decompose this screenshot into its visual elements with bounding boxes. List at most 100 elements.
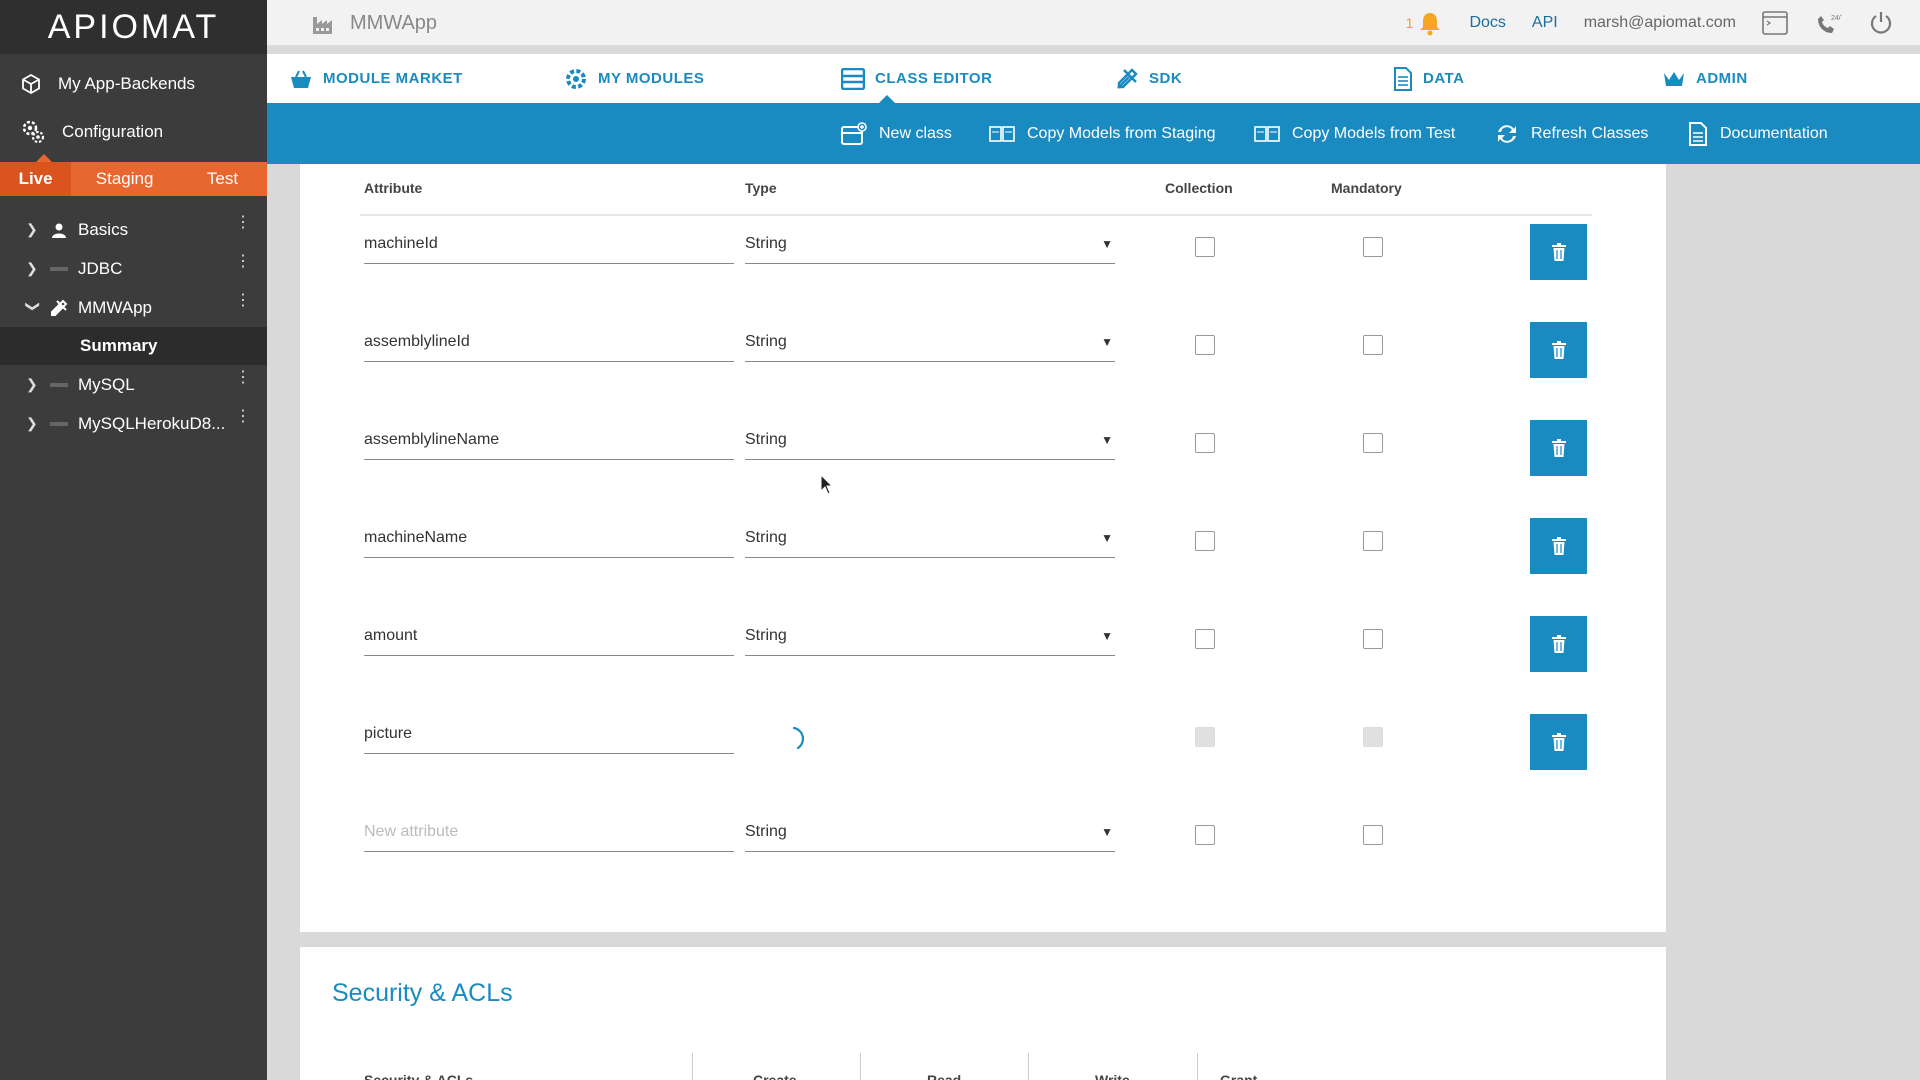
delete-attribute-button[interactable] [1530,714,1587,770]
attribute-name-input[interactable]: picture [364,722,734,754]
delete-attribute-button[interactable] [1530,322,1587,378]
trash-icon [1551,243,1566,261]
header-type: Type [745,180,777,196]
attribute-name-input[interactable]: assemblylineName [364,428,734,460]
mandatory-checkbox[interactable] [1363,335,1383,355]
attribute-name-input[interactable]: machineName [364,526,734,558]
security-header-create: Create [753,1072,797,1080]
tree-subitem-summary[interactable]: Summary [0,327,267,365]
attribute-type-select[interactable]: String ▼ [745,232,1115,264]
attribute-name-input[interactable]: assemblylineId [364,330,734,362]
trash-icon [1551,733,1566,751]
new-attribute-row: New attribute String ▼ [300,812,1666,910]
sidebar: APIOMAT My App-Backends Configuration Li… [0,0,267,1080]
env-tab-staging[interactable]: Staging [71,162,178,196]
attribute-type-select[interactable]: String ▼ [745,624,1115,656]
delete-attribute-button[interactable] [1530,224,1587,280]
copy-from-test-button[interactable]: Copy Models from Test [1254,103,1455,164]
nav-sdk[interactable]: SDK [1115,54,1182,103]
new-class-button[interactable]: New class [841,103,952,164]
attribute-name-input[interactable]: machineId [364,232,734,264]
chevron-right-icon[interactable]: ❯ [26,415,40,432]
chevron-right-icon[interactable]: ❯ [26,260,40,277]
top-bar: MMWApp 1 Docs API marsh@apiomat.com 24/7 [267,0,1920,46]
header-collection: Collection [1165,180,1233,196]
attribute-type-select[interactable]: String ▼ [745,526,1115,558]
collection-checkbox[interactable] [1195,335,1215,355]
more-vertical-icon[interactable]: ⋮ [235,370,251,386]
more-vertical-icon[interactable]: ⋮ [235,215,251,231]
collection-checkbox[interactable] [1195,433,1215,453]
nav-admin[interactable]: ADMIN [1662,54,1748,103]
tree-item-mysql[interactable]: ❯ MySQL ⋮ [0,365,267,404]
tree-item-basics[interactable]: ❯ Basics ⋮ [0,210,267,249]
mandatory-checkbox[interactable] [1363,825,1383,845]
logout-button[interactable] [1868,10,1894,36]
nav-label: DATA [1423,70,1465,87]
env-caret [36,154,52,162]
mandatory-checkbox[interactable] [1363,237,1383,257]
terminal-button[interactable] [1762,11,1788,35]
delete-attribute-button[interactable] [1530,420,1587,476]
notifications[interactable]: 1 [1406,10,1444,36]
type-value: String [745,529,787,546]
tree-label: MySQLHerokuD8... [78,413,226,433]
chevron-right-icon[interactable]: ❯ [26,221,40,238]
attribute-name-input[interactable]: amount [364,624,734,656]
chevron-down-icon[interactable]: ❯ [25,301,42,315]
user-email[interactable]: marsh@apiomat.com [1584,14,1736,32]
delete-attribute-button[interactable] [1530,616,1587,672]
nav-my-app-backends[interactable]: My App-Backends [0,60,267,108]
trash-icon [1551,537,1566,555]
column-divider [1028,1053,1029,1080]
toolbar-label: Documentation [1720,124,1828,142]
attribute-type-select[interactable]: String ▼ [745,428,1115,460]
nav-class-editor[interactable]: CLASS EDITOR [841,54,992,103]
nav-label: Configuration [62,122,164,141]
new-attribute-type-select[interactable]: String ▼ [745,820,1115,852]
more-vertical-icon[interactable]: ⋮ [235,293,251,309]
attribute-type-select[interactable]: String ▼ [745,330,1115,362]
collection-checkbox [1195,727,1215,747]
tree-item-jdbc[interactable]: ❯ JDBC ⋮ [0,249,267,288]
nav-configuration[interactable]: Configuration [0,108,267,156]
nav-my-modules[interactable]: MY MODULES [564,54,704,103]
security-header-write: Write [1095,1072,1130,1080]
tree-item-mysqlheroku[interactable]: ❯ MySQLHerokuD8... ⋮ [0,404,267,443]
env-tab-test[interactable]: Test [178,162,267,196]
dropdown-arrow-icon: ▼ [1101,825,1113,839]
apiomat-logo[interactable]: APIOMAT [0,0,267,54]
docs-link[interactable]: Docs [1469,14,1505,32]
more-vertical-icon[interactable]: ⋮ [235,409,251,425]
collection-checkbox[interactable] [1195,531,1215,551]
attribute-row: machineId String ▼ [300,224,1666,322]
more-vertical-icon[interactable]: ⋮ [235,254,251,270]
nav-label: MODULE MARKET [323,70,463,87]
nav-label: ADMIN [1696,70,1748,87]
api-link[interactable]: API [1532,14,1558,32]
mandatory-checkbox[interactable] [1363,433,1383,453]
mandatory-checkbox[interactable] [1363,531,1383,551]
collection-checkbox[interactable] [1195,629,1215,649]
nav-label: My App-Backends [58,74,196,93]
gears-icon [22,120,45,144]
support-button[interactable]: 24/7 [1814,11,1842,35]
documentation-button[interactable]: Documentation [1688,103,1828,164]
new-attribute-input[interactable]: New attribute [364,820,734,852]
tree-item-mmwapp[interactable]: ❯ MMWApp ⋮ [0,288,267,327]
chevron-right-icon[interactable]: ❯ [26,376,40,393]
mandatory-checkbox[interactable] [1363,629,1383,649]
env-tab-live[interactable]: Live [0,162,72,196]
copy-from-staging-button[interactable]: Copy Models from Staging [989,103,1216,164]
refresh-classes-button[interactable]: Refresh Classes [1495,103,1648,164]
app-title: MMWApp [312,12,437,35]
delete-attribute-button[interactable] [1530,518,1587,574]
mandatory-checkbox [1363,727,1383,747]
nav-module-market[interactable]: MODULE MARKET [289,54,463,103]
dropdown-arrow-icon: ▼ [1101,237,1113,251]
tree-label: MySQL [78,374,135,394]
collection-checkbox[interactable] [1195,825,1215,845]
nav-data[interactable]: DATA [1393,54,1464,103]
collection-checkbox[interactable] [1195,237,1215,257]
mysql-icon [48,381,70,389]
